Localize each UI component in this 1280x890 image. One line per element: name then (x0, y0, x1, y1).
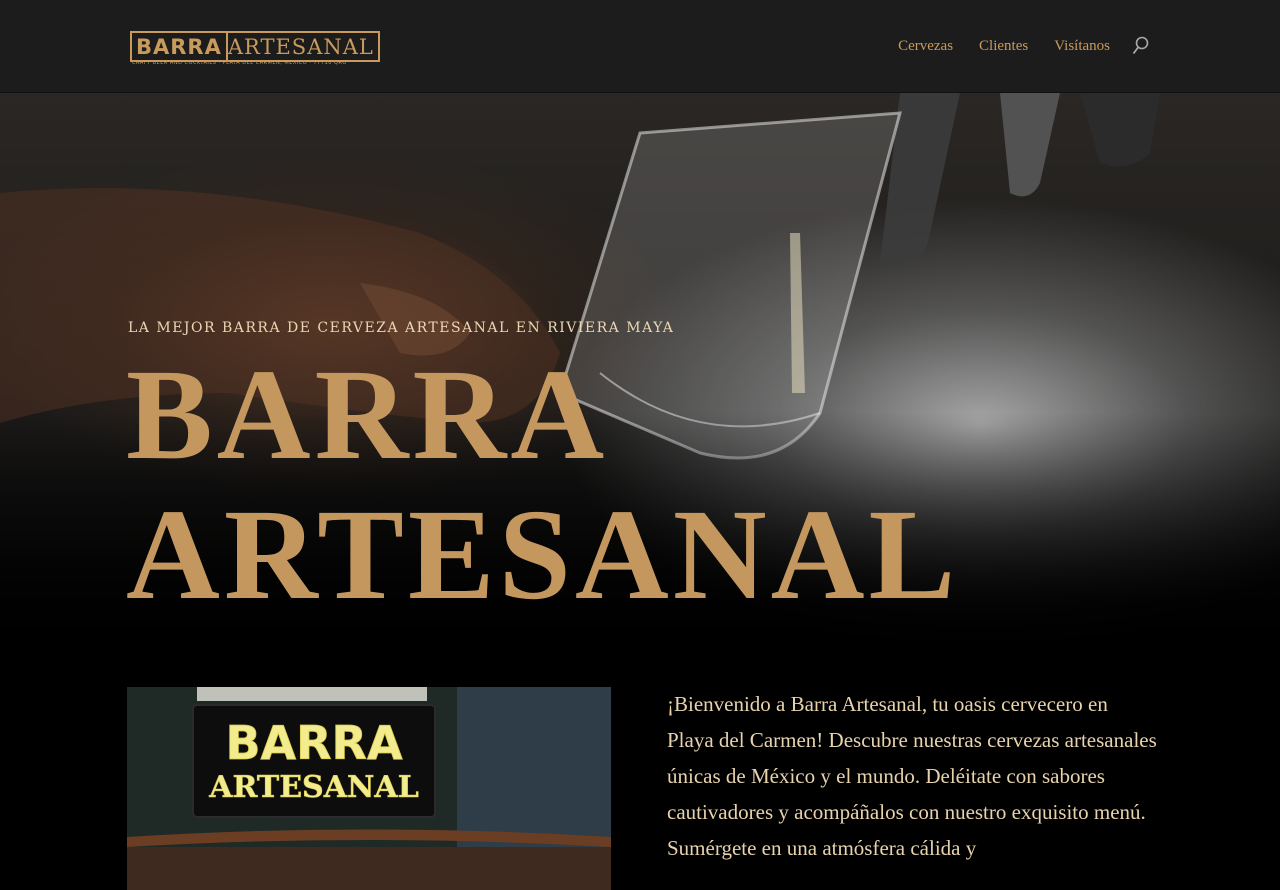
hero-title-line2: ARTESANAL (126, 483, 960, 627)
site-header: BARRA ARTESANAL CRAFT BEER AND COCKTAILS… (0, 0, 1280, 93)
hero-title: BARRA ARTESANAL (126, 345, 1026, 625)
hero-section: LA MEJOR BARRA DE CERVEZA ARTESANAL EN R… (0, 93, 1280, 673)
sign-text-barra: BARRA (225, 716, 403, 770)
logo-word-barra: BARRA (130, 30, 228, 62)
intro-paragraph: ¡Bienvenido a Barra Artesanal, tu oasis … (667, 692, 1157, 860)
hero-subtitle: LA MEJOR BARRA DE CERVEZA ARTESANAL EN R… (128, 320, 675, 336)
search-icon[interactable] (1132, 36, 1150, 56)
main-nav: Cervezas Clientes Visítanos (872, 33, 1150, 59)
logo[interactable]: BARRA ARTESANAL CRAFT BEER AND COCKTAILS… (130, 20, 380, 72)
nav-clientes[interactable]: Clientes (979, 33, 1028, 59)
bar-sign-image: BARRA ARTESANAL (127, 687, 611, 890)
nav-visitanos[interactable]: Visítanos (1054, 33, 1110, 59)
hero-title-line1: BARRA (126, 343, 609, 487)
sign-text-artesanal: ARTESANAL (208, 770, 419, 805)
nav-cervezas[interactable]: Cervezas (898, 33, 953, 59)
bar-sign-photo: BARRA ARTESANAL (127, 687, 611, 890)
logo-tagline: CRAFT BEER AND COCKTAILS · PLAYA DEL CAR… (132, 60, 347, 66)
logo-word-artesanal: ARTESANAL (219, 30, 380, 62)
